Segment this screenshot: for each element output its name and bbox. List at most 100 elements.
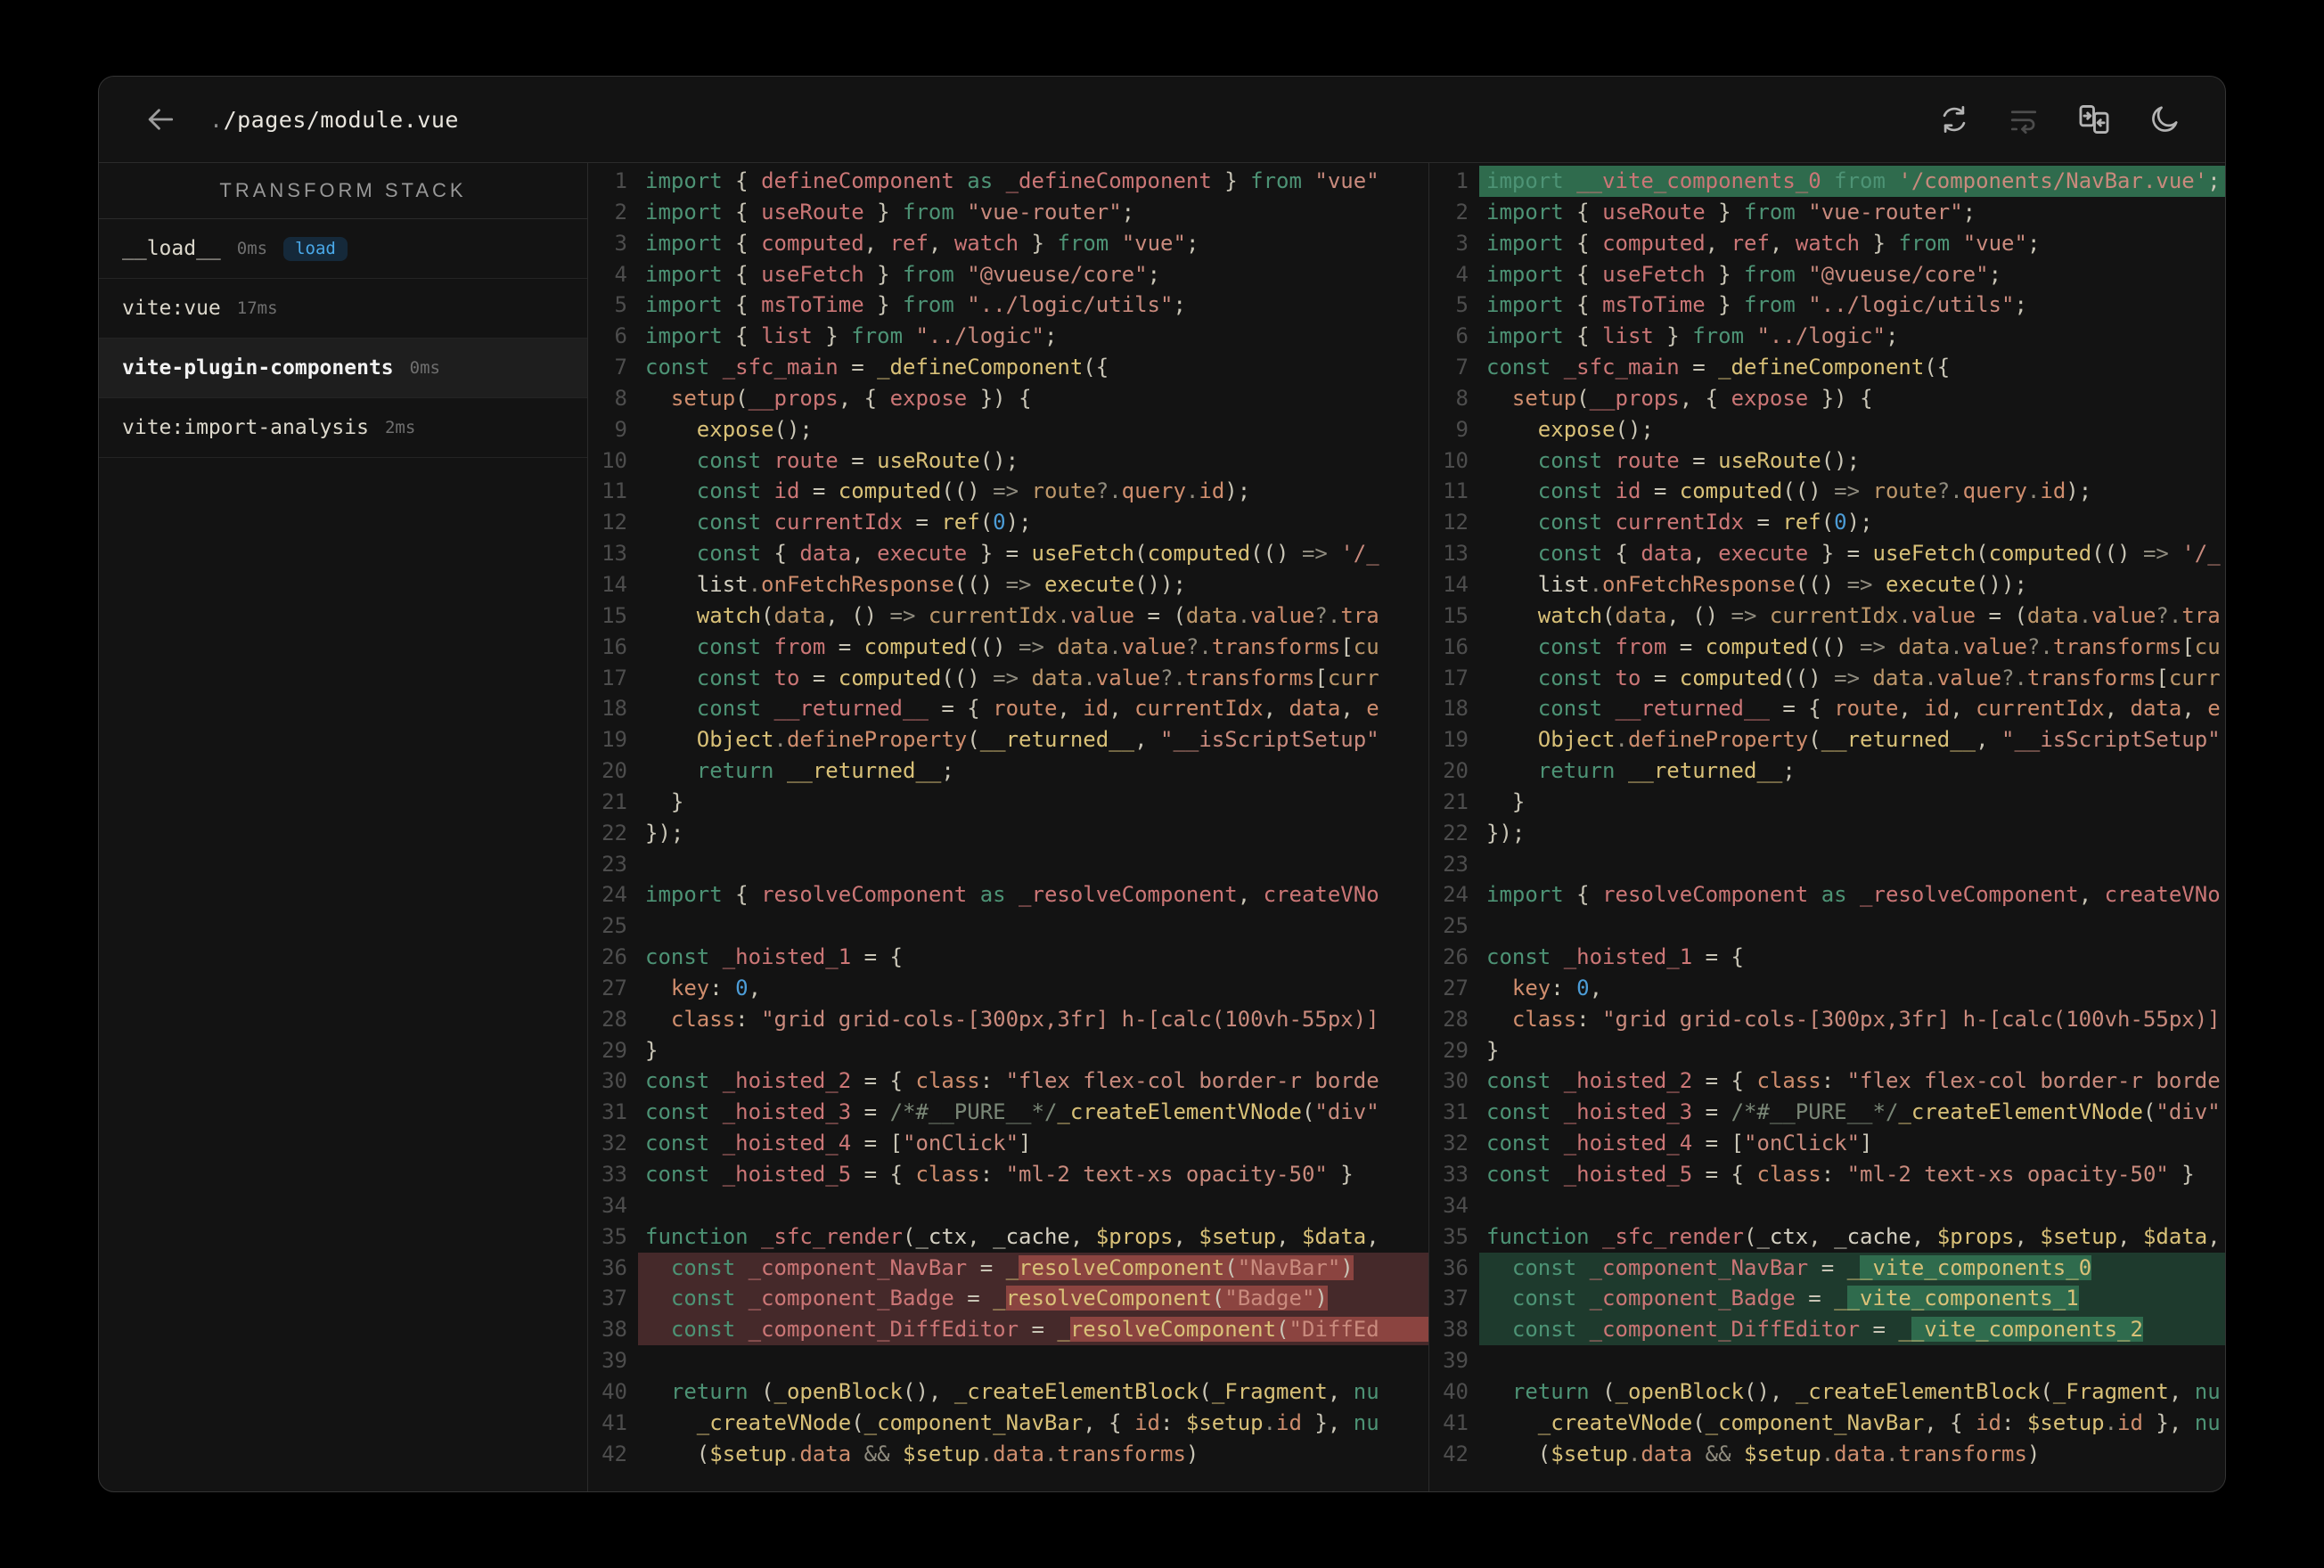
line-number: 3 xyxy=(1455,230,1469,256)
code-line: 28 class: "grid grid-cols-[300px,3fr] h-… xyxy=(588,1004,1428,1035)
line-number: 19 xyxy=(601,727,627,753)
line-number: 1 xyxy=(614,168,627,193)
code-pane-after[interactable]: 1 import __vite_components_0 from '/compo… xyxy=(1429,163,2225,1491)
code-line: 7 const _sfc_main = _defineComponent({ xyxy=(1429,352,2225,383)
theme-toggle[interactable] xyxy=(2148,103,2181,135)
line-number: 36 xyxy=(601,1254,627,1280)
code-line: 2 import { useRoute } from "vue-router"; xyxy=(588,197,1428,228)
code-line: 18 const __returned__ = { route, id, cur… xyxy=(588,693,1428,724)
sidebar-item-vite-vue[interactable]: vite:vue 17ms xyxy=(99,279,587,339)
line-number: 41 xyxy=(601,1409,627,1435)
code-line: 22}); xyxy=(588,818,1428,849)
code-line: 41 _createVNode(_component_NavBar, { id:… xyxy=(1429,1408,2225,1439)
line-number: 41 xyxy=(1443,1409,1469,1435)
code-line: 5 import { msToTime } from "../logic/util… xyxy=(1429,290,2225,321)
line-number: 10 xyxy=(601,447,627,473)
code-line: 33 const _hoisted_5 = { class: "ml-2 text… xyxy=(588,1159,1428,1190)
code-line: 1 import { defineComponent as _defineComp… xyxy=(588,166,1428,197)
code-line: 28 class: "grid grid-cols-[300px,3fr] h-… xyxy=(1429,1004,2225,1035)
code-line: 26 const _hoisted_1 = { xyxy=(1429,942,2225,973)
line-number: 42 xyxy=(1443,1441,1469,1466)
code-line: 11 const id = computed(() => route?.quer… xyxy=(588,476,1428,507)
arrow-left-icon xyxy=(148,109,174,130)
code-line: 5 import { msToTime } from "../logic/util… xyxy=(588,290,1428,321)
code-line: 20 return __returned__; xyxy=(1429,755,2225,787)
code-line: 4 import { useFetch } from "@vueuse/core"… xyxy=(1429,259,2225,290)
line-number: 29 xyxy=(601,1037,627,1063)
line-number: 11 xyxy=(1443,478,1469,504)
line-number: 20 xyxy=(601,758,627,784)
code-line: 4 import { useFetch } from "@vueuse/core"… xyxy=(588,259,1428,290)
code-line: 38 const _component_DiffEditor = _resolv… xyxy=(588,1314,1428,1346)
code-line: 24 import { resolveComponent as _resolveC… xyxy=(588,879,1428,911)
code-line: 38 const _component_DiffEditor = __vite_… xyxy=(1429,1314,2225,1346)
line-number: 32 xyxy=(1443,1131,1469,1156)
line-number: 2 xyxy=(614,199,627,225)
line-number: 15 xyxy=(1443,602,1469,628)
code-line: 30 const _hoisted_2 = { class: "flex flex… xyxy=(588,1066,1428,1097)
line-number: 11 xyxy=(601,478,627,504)
line-number: 39 xyxy=(601,1348,627,1374)
line-number: 31 xyxy=(1443,1099,1469,1125)
line-wrap-icon xyxy=(2010,110,2037,135)
line-number: 19 xyxy=(1443,727,1469,753)
code-line: 14 list.onFetchResponse(() => execute())… xyxy=(1429,569,2225,600)
refresh-button[interactable] xyxy=(1938,103,1970,135)
line-number: 33 xyxy=(1443,1162,1469,1187)
line-number: 18 xyxy=(601,696,627,722)
code-line: 36 const _component_NavBar = _resolveCom… xyxy=(588,1252,1428,1284)
code-line: 13 const { data, execute } = useFetch(co… xyxy=(588,538,1428,569)
code-line: 26 const _hoisted_1 = { xyxy=(588,942,1428,973)
moon-icon xyxy=(2152,106,2178,132)
line-number: 16 xyxy=(601,633,627,659)
code-line: 29} xyxy=(1429,1035,2225,1066)
code-line: 33 const _hoisted_5 = { class: "ml-2 text… xyxy=(1429,1159,2225,1190)
code-line: 31 const _hoisted_3 = /*#__PURE__*/_creat… xyxy=(588,1097,1428,1128)
code-line: 29} xyxy=(588,1035,1428,1066)
code-line: 12 const currentIdx = ref(0); xyxy=(1429,507,2225,538)
code-line: 10 const route = useRoute(); xyxy=(1429,445,2225,477)
transform-stack-list: __load__ 0ms load vite:vue 17ms vite-plugin-c… xyxy=(99,219,587,458)
line-number: 23 xyxy=(601,851,627,877)
plugin-time: 0ms xyxy=(236,239,268,258)
line-number: 39 xyxy=(1443,1348,1469,1374)
line-number: 6 xyxy=(614,323,627,349)
sidebar-item-load[interactable]: __load__ 0ms load xyxy=(99,219,587,279)
sidebar-item-vite-plugin-components[interactable]: vite-plugin-components 0ms xyxy=(99,339,587,398)
line-number: 38 xyxy=(601,1317,627,1343)
back-button[interactable] xyxy=(143,102,177,136)
code-line: 34 xyxy=(1429,1190,2225,1221)
line-number: 37 xyxy=(601,1286,627,1311)
toolbar-icons xyxy=(1938,102,2181,136)
line-wrap-toggle[interactable] xyxy=(2008,103,2040,135)
plugin-time: 2ms xyxy=(384,418,416,437)
line-number: 17 xyxy=(1443,665,1469,690)
code-line: 36 const _component_NavBar = __vite_comp… xyxy=(1429,1252,2225,1284)
line-number: 17 xyxy=(601,665,627,690)
code-line: 31 const _hoisted_3 = /*#__PURE__*/_creat… xyxy=(1429,1097,2225,1128)
code-line: 35 function _sfc_render(_ctx, _cache, $pr… xyxy=(1429,1221,2225,1253)
line-number: 12 xyxy=(1443,510,1469,535)
code-pane-before[interactable]: 1 import { defineComponent as _defineComp… xyxy=(588,163,1429,1491)
line-number: 22 xyxy=(601,820,627,845)
code-line: 6 import { list } from "../logic"; xyxy=(588,321,1428,352)
code-line: 16 const from = computed(() => data.valu… xyxy=(588,632,1428,663)
sidebar-item-vite-import-analysis[interactable]: vite:import-analysis 2ms xyxy=(99,398,587,458)
line-number: 35 xyxy=(1443,1223,1469,1249)
line-number: 40 xyxy=(601,1378,627,1404)
diff-view-toggle[interactable] xyxy=(2077,102,2111,136)
line-number: 34 xyxy=(601,1192,627,1218)
code-line: 18 const __returned__ = { route, id, cur… xyxy=(1429,693,2225,724)
line-number: 9 xyxy=(614,416,627,442)
code-line: 17 const to = computed(() => data.value?… xyxy=(1429,663,2225,694)
code-line: 39 xyxy=(588,1345,1428,1376)
code-line: 34 xyxy=(588,1190,1428,1221)
code-line: 8 setup(__props, { expose }) { xyxy=(1429,383,2225,414)
code-line: 30 const _hoisted_2 = { class: "flex flex… xyxy=(1429,1066,2225,1097)
line-number: 8 xyxy=(1455,385,1469,411)
code-line: 40 return (_openBlock(), _createElementB… xyxy=(1429,1376,2225,1408)
refresh-icon xyxy=(1943,106,1966,133)
code-line: 42 ($setup.data && $setup.data.transform… xyxy=(1429,1439,2225,1470)
line-number: 25 xyxy=(1443,913,1469,939)
code-line: 32 const _hoisted_4 = ["onClick"] xyxy=(1429,1128,2225,1159)
